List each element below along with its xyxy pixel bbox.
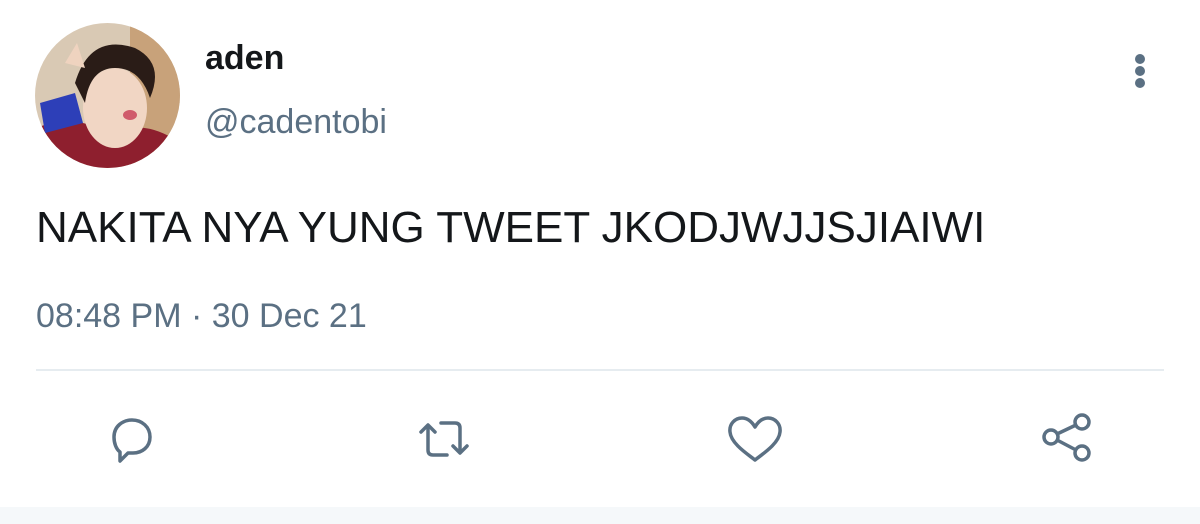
retweet-icon	[419, 421, 469, 457]
share-button[interactable]	[1030, 400, 1110, 480]
avatar-photo	[35, 23, 180, 168]
more-options-button[interactable]	[1124, 50, 1156, 92]
tweet-timestamp: 08:48 PM · 30 Dec 21	[36, 296, 367, 336]
tweet-date: 30 Dec 21	[211, 297, 367, 335]
user-handle[interactable]: @cadentobi	[205, 102, 387, 142]
action-bar	[0, 400, 1200, 480]
reply-button[interactable]	[90, 400, 170, 480]
tweet-text: NAKITA NYA YUNG TWEET JKODJWJJSJIAIWI	[36, 203, 986, 252]
tweet-card: aden @cadentobi NAKITA NYA YUNG TWEET JK…	[0, 0, 1200, 524]
display-name[interactable]: aden	[205, 38, 284, 78]
more-options-icon	[1135, 54, 1145, 64]
retweet-button[interactable]	[404, 400, 484, 480]
bottom-separator	[0, 507, 1200, 524]
like-icon	[728, 416, 782, 462]
like-button[interactable]	[715, 400, 795, 480]
share-icon	[1042, 413, 1091, 462]
avatar[interactable]	[35, 23, 180, 168]
divider	[36, 369, 1164, 371]
reply-icon	[112, 418, 152, 463]
tweet-time: 08:48 PM	[36, 297, 182, 335]
timestamp-separator: ·	[181, 297, 212, 335]
